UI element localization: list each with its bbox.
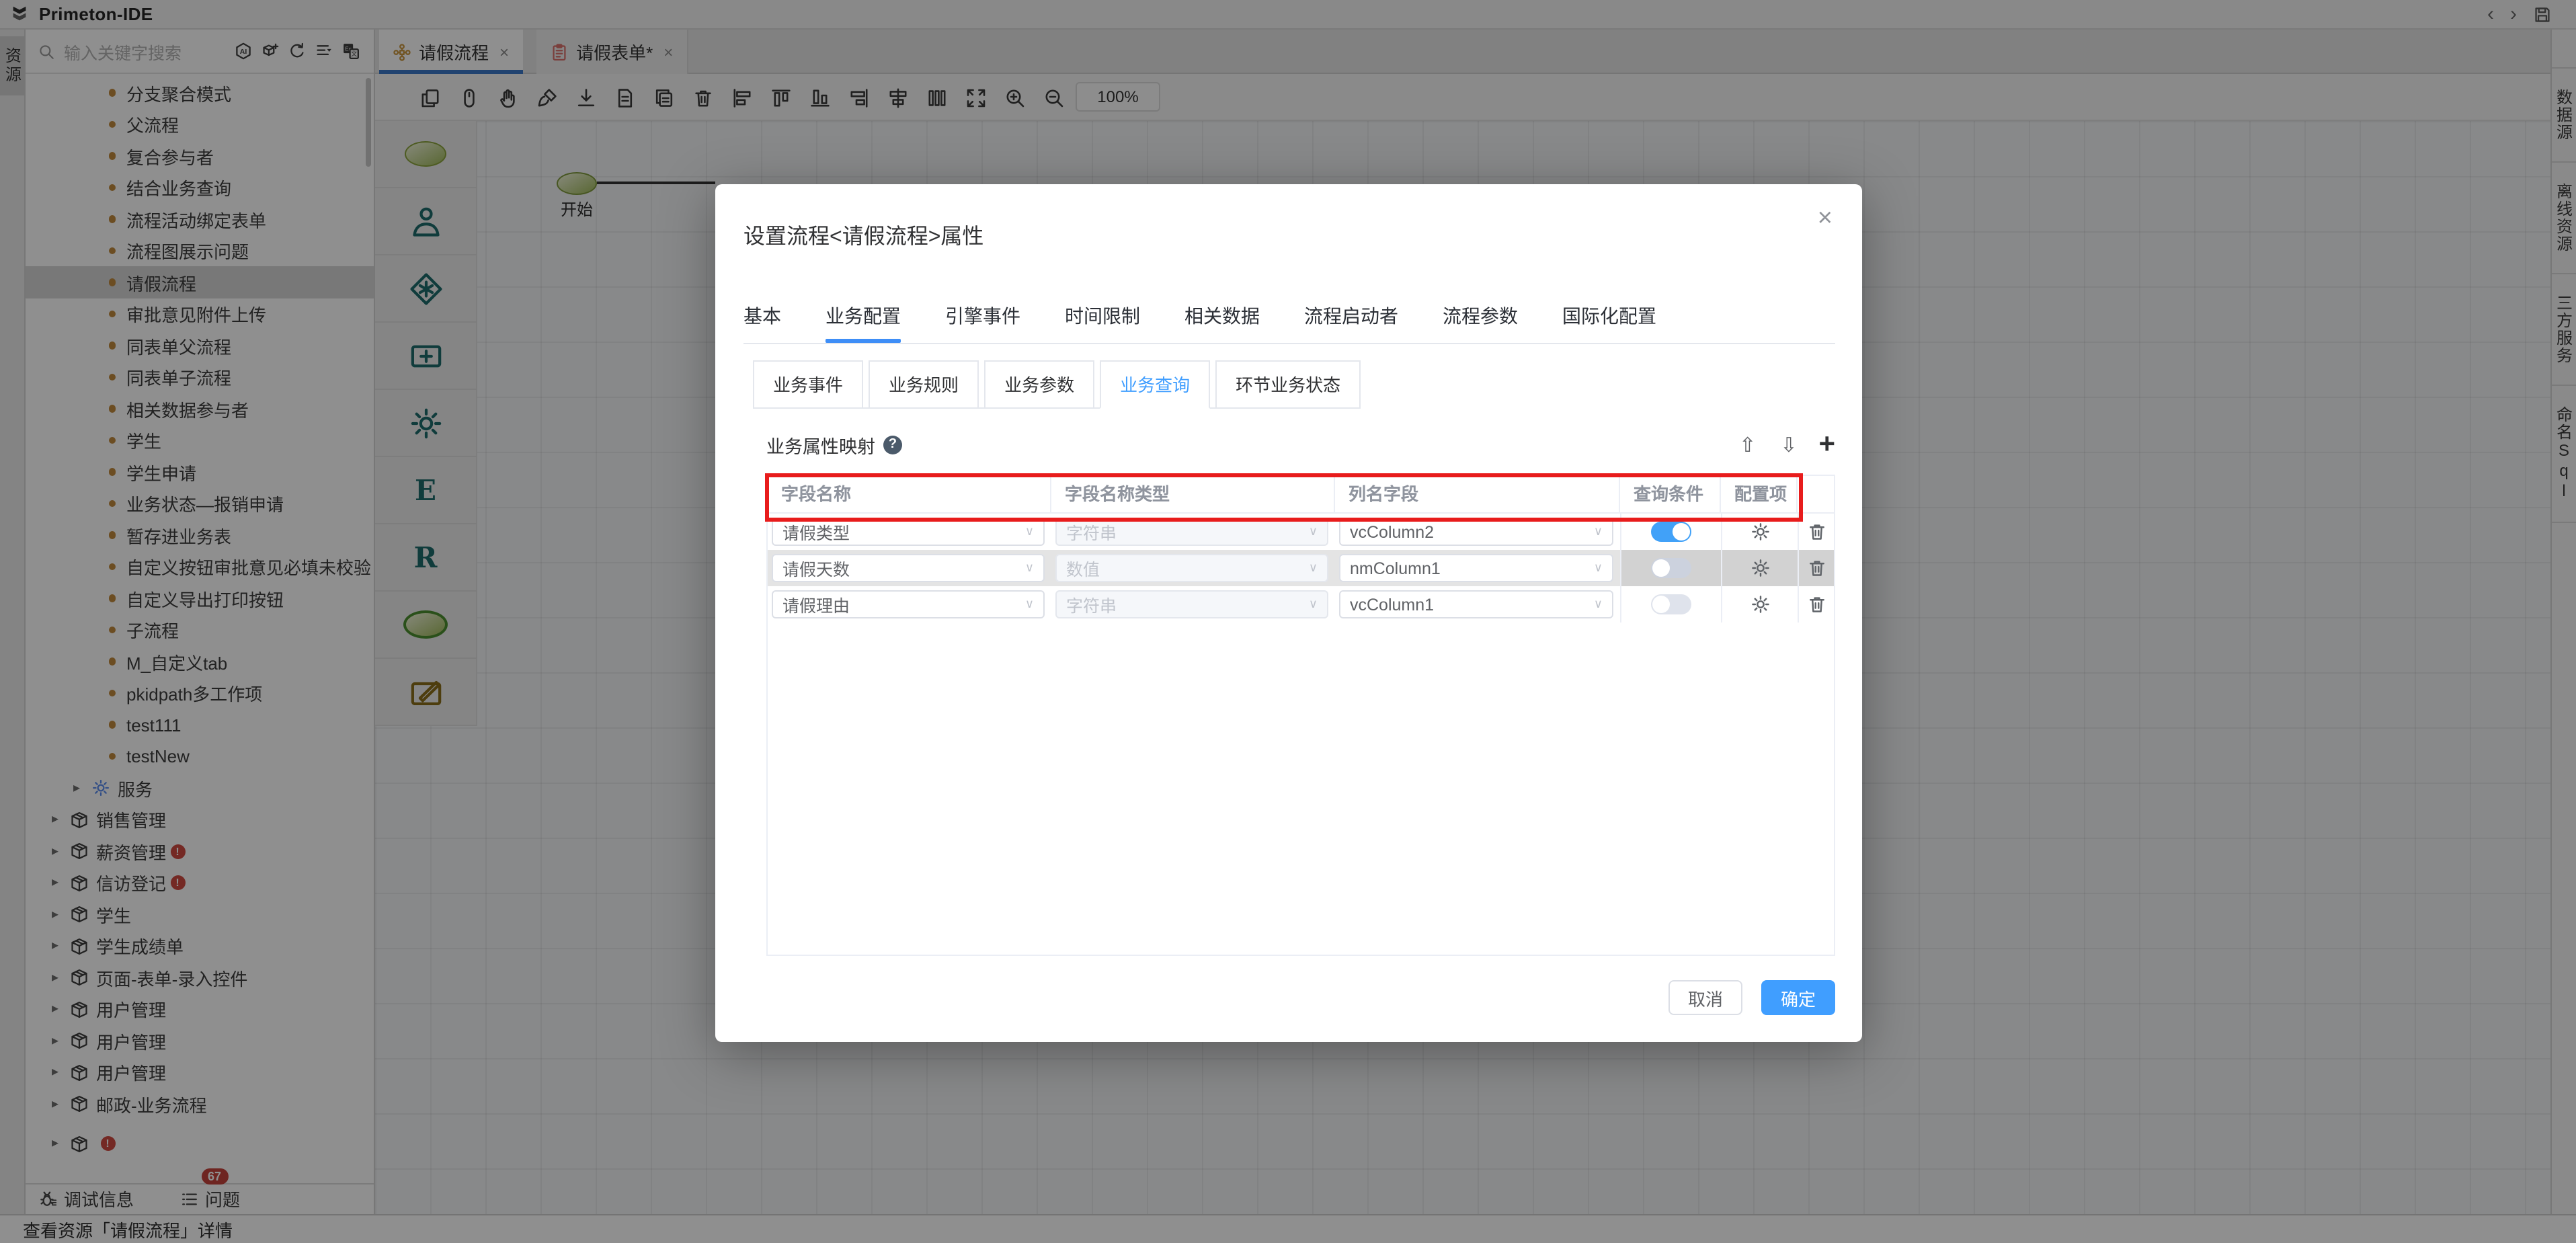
dialog-subtab[interactable]: 环节业务状态 bbox=[1215, 360, 1361, 409]
toggle-knob bbox=[1652, 559, 1670, 577]
select-cell: nmColumn1 ∨ bbox=[1335, 550, 1620, 586]
chevron-down-icon: ∨ bbox=[1309, 597, 1318, 612]
dialog-subtab[interactable]: 业务参数 bbox=[984, 360, 1094, 409]
select-value: 请假天数 bbox=[782, 555, 850, 581]
row-delete-icon[interactable] bbox=[1806, 558, 1826, 578]
table-row: 请假类型 ∨ 字符串 ∨ vcColumn2 ∨ bbox=[768, 514, 1834, 550]
field-select[interactable]: 请假类型 ∨ bbox=[772, 518, 1045, 546]
query-condition-toggle[interactable] bbox=[1651, 594, 1691, 614]
type-select: 字符串 ∨ bbox=[1055, 590, 1328, 618]
select-cell: 请假天数 ∨ bbox=[768, 550, 1051, 586]
select-cell: 字符串 ∨ bbox=[1051, 586, 1335, 623]
select-value: 字符串 bbox=[1066, 592, 1117, 617]
query-condition-toggle[interactable] bbox=[1651, 558, 1691, 578]
select-value: 请假类型 bbox=[782, 519, 850, 545]
select-value: vcColumn2 bbox=[1350, 522, 1434, 541]
select-value: 请假理由 bbox=[782, 592, 850, 617]
column-header: 字段名称 bbox=[768, 476, 1051, 512]
section-label: 业务属性映射 bbox=[766, 431, 875, 458]
query-condition-toggle[interactable] bbox=[1651, 522, 1691, 542]
select-value: 数值 bbox=[1066, 555, 1100, 581]
cancel-button[interactable]: 取消 bbox=[1668, 980, 1742, 1015]
column-select[interactable]: vcColumn2 ∨ bbox=[1339, 518, 1613, 546]
chevron-down-icon: ∨ bbox=[1594, 561, 1603, 575]
select-cell: vcColumn1 ∨ bbox=[1335, 586, 1620, 623]
dialog-tab[interactable]: 国际化配置 bbox=[1562, 302, 1656, 329]
column-header-empty bbox=[1798, 476, 1834, 512]
confirm-button[interactable]: 确定 bbox=[1761, 980, 1835, 1015]
table-row: 请假理由 ∨ 字符串 ∨ vcColumn1 ∨ bbox=[768, 586, 1834, 623]
toggle-knob bbox=[1673, 523, 1690, 540]
toggle-knob bbox=[1652, 596, 1670, 613]
chevron-down-icon: ∨ bbox=[1025, 597, 1034, 612]
select-cell: 请假类型 ∨ bbox=[768, 514, 1051, 550]
column-header: 列名字段 bbox=[1335, 476, 1620, 512]
chevron-down-icon: ∨ bbox=[1309, 524, 1318, 539]
table-row: 请假天数 ∨ 数值 ∨ nmColumn1 ∨ bbox=[768, 550, 1834, 586]
query-toggle-cell bbox=[1620, 514, 1721, 550]
select-cell: 字符串 ∨ bbox=[1051, 514, 1335, 550]
column-select[interactable]: nmColumn1 ∨ bbox=[1339, 554, 1613, 582]
field-select[interactable]: 请假理由 ∨ bbox=[772, 590, 1045, 618]
column-header: 字段名称类型 bbox=[1051, 476, 1335, 512]
row-settings-icon[interactable] bbox=[1750, 522, 1770, 542]
config-cell bbox=[1721, 586, 1798, 623]
select-value: 字符串 bbox=[1066, 519, 1117, 545]
dialog-subtab[interactable]: 业务规则 bbox=[869, 360, 979, 409]
select-cell: 数值 ∨ bbox=[1051, 550, 1335, 586]
dialog-tab[interactable]: 流程启动者 bbox=[1304, 302, 1398, 329]
row-delete-icon[interactable] bbox=[1806, 594, 1826, 614]
chevron-down-icon: ∨ bbox=[1025, 524, 1034, 539]
config-cell bbox=[1721, 550, 1798, 586]
delete-cell bbox=[1798, 586, 1834, 623]
dialog-subtab[interactable]: 业务查询 bbox=[1100, 360, 1210, 409]
help-icon[interactable]: ? bbox=[883, 435, 902, 454]
query-toggle-cell bbox=[1620, 586, 1721, 623]
close-icon[interactable]: × bbox=[1818, 205, 1833, 231]
config-cell bbox=[1721, 514, 1798, 550]
dialog-tab[interactable]: 业务配置 bbox=[826, 302, 901, 329]
dialog-title: 设置流程<请假流程>属性 bbox=[743, 217, 983, 249]
process-properties-dialog: × 设置流程<请假流程>属性 基本 业务配置 引擎事件 时间限制 相关数据 流程启动者 流程… bbox=[715, 184, 1862, 1041]
delete-cell bbox=[1798, 514, 1834, 550]
move-down-icon[interactable]: ⇩ bbox=[1780, 432, 1797, 456]
dialog-tab[interactable]: 引擎事件 bbox=[945, 302, 1020, 329]
row-delete-icon[interactable] bbox=[1806, 522, 1826, 542]
dialog-subtab[interactable]: 业务事件 bbox=[753, 360, 863, 409]
dialog-tab[interactable]: 基本 bbox=[743, 302, 781, 329]
select-cell: vcColumn2 ∨ bbox=[1335, 514, 1620, 550]
column-header: 配置项 bbox=[1721, 476, 1798, 512]
chevron-down-icon: ∨ bbox=[1025, 561, 1034, 575]
row-settings-icon[interactable] bbox=[1750, 594, 1770, 614]
attribute-mapping-table: 字段名称字段名称类型列名字段查询条件配置项 请假类型∨字符串∨vcColumn2… bbox=[766, 475, 1835, 956]
column-header: 查询条件 bbox=[1620, 476, 1721, 512]
dialog-tab[interactable]: 时间限制 bbox=[1065, 302, 1140, 329]
delete-cell bbox=[1798, 550, 1834, 586]
row-settings-icon[interactable] bbox=[1750, 558, 1770, 578]
tabs-divider bbox=[743, 342, 1835, 344]
select-cell: 请假理由 ∨ bbox=[768, 586, 1051, 623]
field-select[interactable]: 请假天数 ∨ bbox=[772, 554, 1045, 582]
type-select: 字符串 ∨ bbox=[1055, 518, 1328, 546]
type-select: 数值 ∨ bbox=[1055, 554, 1328, 582]
select-value: vcColumn1 bbox=[1350, 595, 1434, 614]
move-up-icon[interactable]: ⇧ bbox=[1739, 432, 1756, 456]
dialog-tab[interactable]: 流程参数 bbox=[1443, 302, 1518, 329]
query-toggle-cell bbox=[1620, 550, 1721, 586]
chevron-down-icon: ∨ bbox=[1594, 524, 1603, 539]
dialog-tab[interactable]: 相关数据 bbox=[1184, 302, 1260, 329]
chevron-down-icon: ∨ bbox=[1594, 597, 1603, 612]
column-select[interactable]: vcColumn1 ∨ bbox=[1339, 590, 1613, 618]
chevron-down-icon: ∨ bbox=[1309, 561, 1318, 575]
select-value: nmColumn1 bbox=[1350, 559, 1441, 577]
add-row-icon[interactable]: + bbox=[1818, 430, 1835, 458]
